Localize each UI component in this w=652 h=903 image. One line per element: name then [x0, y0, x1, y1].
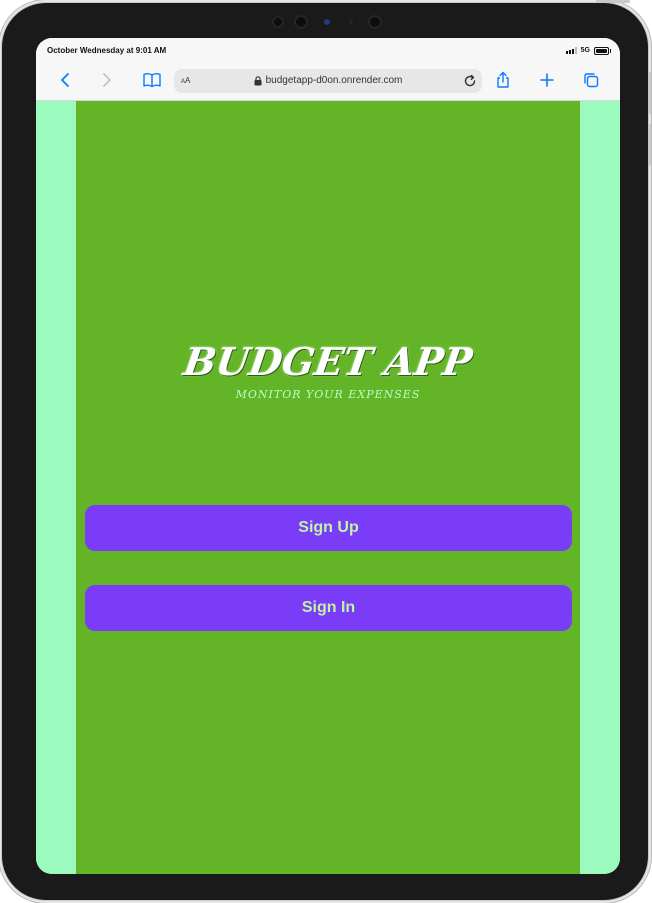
address-bar[interactable]: AA budgetapp-d0on.onrender.com	[174, 69, 482, 93]
network-label: 5G	[580, 47, 590, 54]
camera-icon	[294, 15, 308, 29]
status-bar: October Wednesday at 9:01 AM 5G	[36, 38, 620, 62]
app-tagline: MONITOR YOUR EXPENSES	[235, 388, 421, 401]
volume-down-button	[648, 124, 651, 166]
sensor-icon	[349, 20, 353, 24]
share-icon	[497, 71, 509, 88]
bookmarks-button[interactable]	[142, 70, 162, 90]
app-title: BUDGET APP	[180, 339, 476, 384]
plus-icon	[540, 73, 554, 87]
share-button[interactable]	[493, 70, 513, 90]
tabs-icon	[584, 73, 599, 88]
signal-icon	[565, 47, 577, 54]
url-display: budgetapp-d0on.onrender.com	[174, 75, 482, 86]
hero: BUDGET APP MONITOR YOUR EXPENSES	[76, 339, 580, 401]
status-time: October Wednesday at 9:01 AM	[47, 46, 167, 55]
sign-in-button[interactable]: Sign In	[85, 585, 572, 631]
sign-up-button[interactable]: Sign Up	[85, 505, 572, 551]
main-content: BUDGET APP MONITOR YOUR EXPENSES Sign Up…	[76, 101, 580, 874]
book-icon	[143, 73, 161, 88]
lock-icon	[254, 75, 262, 85]
url-text: budgetapp-d0on.onrender.com	[265, 75, 403, 86]
volume-up-button	[648, 72, 651, 114]
reload-icon	[464, 74, 476, 87]
tabs-button[interactable]	[581, 70, 601, 90]
tablet-frame: October Wednesday at 9:01 AM 5G AA budge…	[2, 3, 648, 900]
web-page: BUDGET APP MONITOR YOUR EXPENSES Sign Up…	[36, 101, 620, 874]
new-tab-button[interactable]	[537, 70, 557, 90]
back-button[interactable]	[55, 70, 75, 90]
power-button	[596, 0, 630, 3]
chevron-left-icon	[61, 73, 69, 87]
screen: October Wednesday at 9:01 AM 5G AA budge…	[36, 38, 620, 874]
reload-button[interactable]	[462, 73, 478, 94]
sensor-icon	[272, 16, 284, 28]
browser-toolbar: AA budgetapp-d0on.onrender.com	[36, 62, 620, 101]
camera-indicator-icon	[324, 19, 330, 25]
camera-bar	[272, 15, 384, 29]
camera-icon	[368, 15, 382, 29]
forward-button[interactable]	[97, 70, 117, 90]
chevron-right-icon	[103, 73, 111, 87]
status-indicators: 5G	[565, 46, 611, 55]
battery-icon	[594, 46, 611, 55]
